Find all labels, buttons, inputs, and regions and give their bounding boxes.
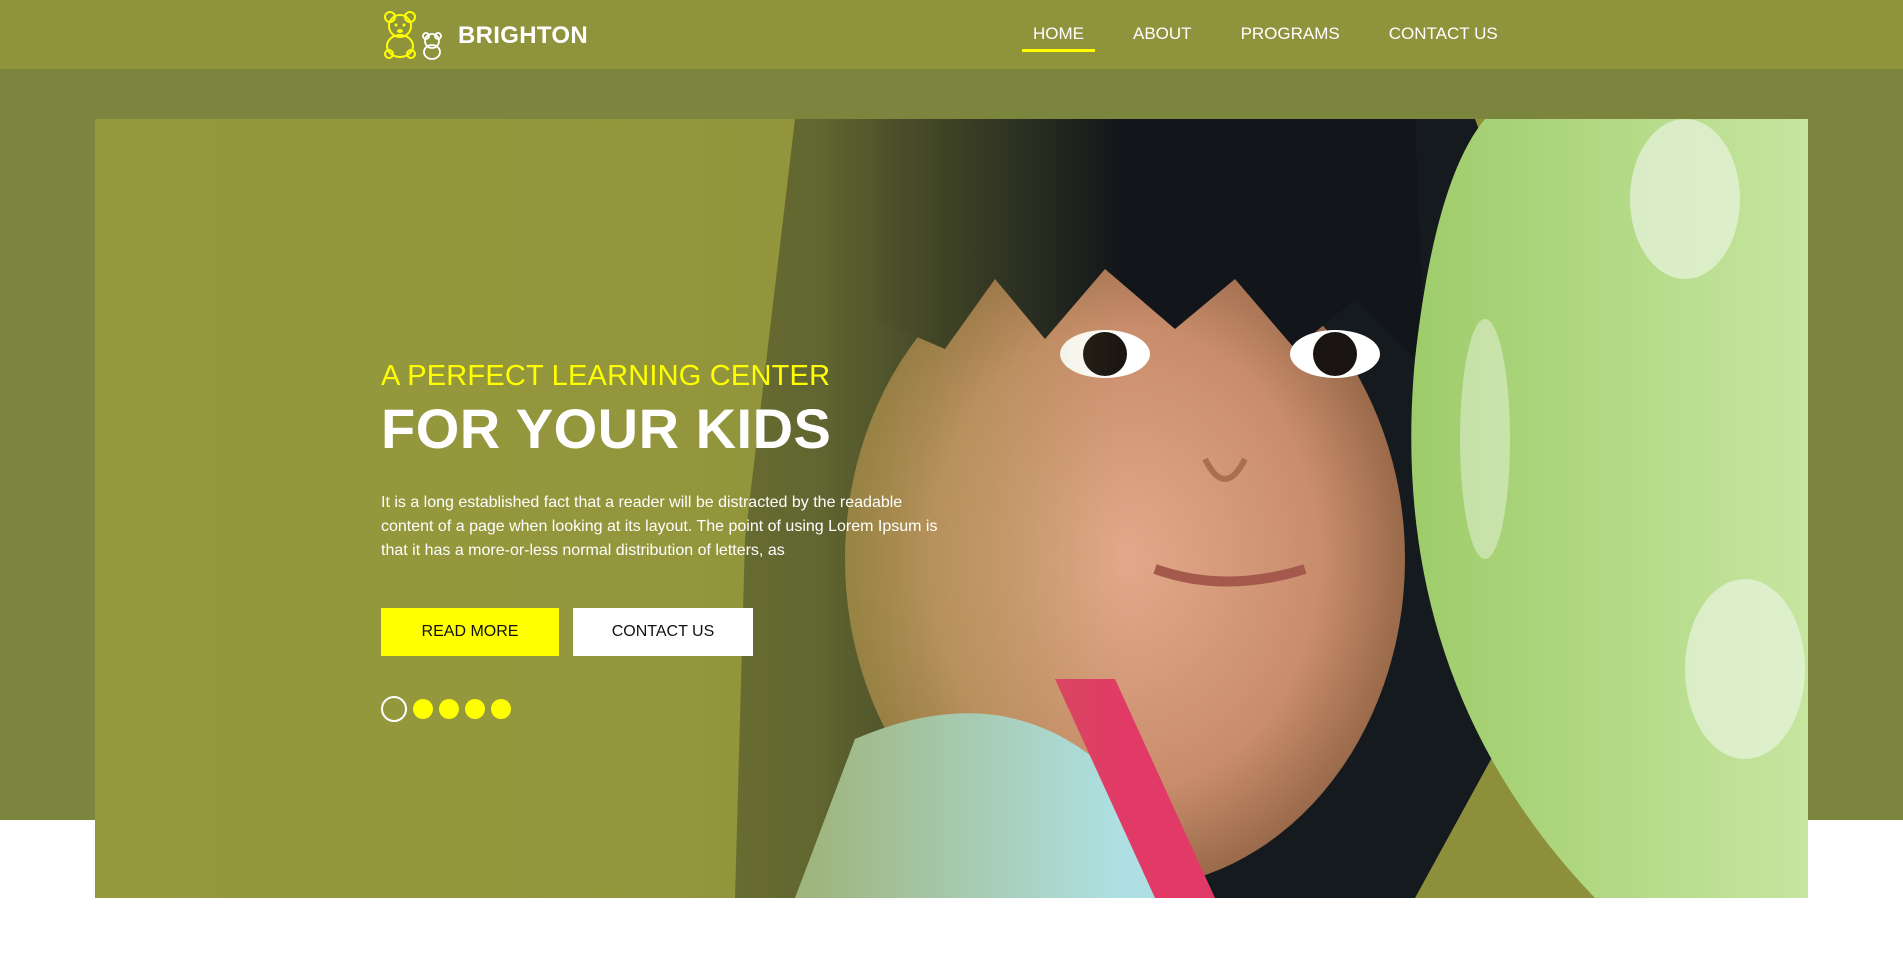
hero-description: It is a long established fact that a rea… — [381, 494, 938, 559]
teddy-bear-icon — [384, 11, 442, 60]
slider-dot-1[interactable] — [381, 696, 407, 722]
slider-dot-2[interactable] — [413, 699, 433, 719]
brand-name: BRIGHTON — [458, 22, 588, 49]
hero-content: A PERFECT LEARNING CENTER FOR YOUR KIDS … — [381, 360, 1001, 722]
hero-subtitle: A PERFECT LEARNING CENTER — [381, 360, 831, 392]
hero-slider: A PERFECT LEARNING CENTER FOR YOUR KIDS … — [95, 119, 1808, 898]
hero-buttons: READ MORE CONTACT US — [381, 608, 1001, 656]
site-header: BRIGHTON HOME ABOUT PROGRAMS CONTACT US — [0, 0, 1903, 69]
hero-title: FOR YOUR KIDS — [381, 397, 832, 460]
slider-dots — [381, 696, 1001, 722]
slider-dot-4[interactable] — [465, 699, 485, 719]
contact-us-button[interactable]: CONTACT US — [573, 608, 753, 656]
nav-item-home[interactable]: HOME — [1022, 24, 1095, 52]
read-more-button[interactable]: READ MORE — [381, 608, 559, 656]
logo[interactable]: BRIGHTON — [380, 8, 588, 60]
slider-dot-3[interactable] — [439, 699, 459, 719]
main-nav: HOME ABOUT PROGRAMS CONTACT US — [1022, 24, 1509, 52]
nav-item-about[interactable]: ABOUT — [1122, 24, 1203, 50]
slider-dot-5[interactable] — [491, 699, 511, 719]
nav-item-programs[interactable]: PROGRAMS — [1230, 24, 1351, 50]
nav-item-contact-us[interactable]: CONTACT US — [1378, 24, 1509, 50]
